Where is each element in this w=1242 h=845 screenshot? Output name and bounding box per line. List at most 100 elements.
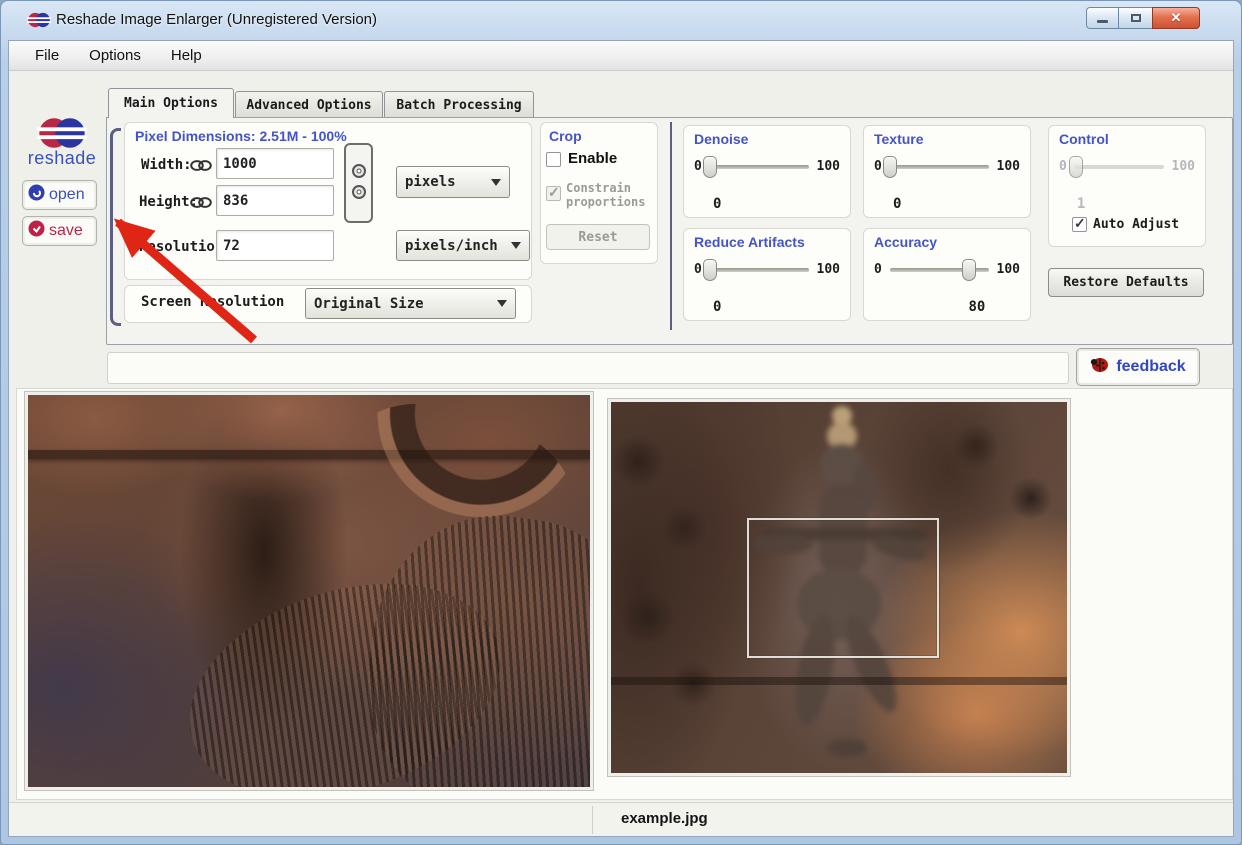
control-slider-thumb[interactable] [1068,155,1083,178]
caret-down-icon [511,242,521,249]
zoom-selection-rectangle[interactable] [747,518,939,658]
progress-bar [107,352,1069,384]
texture-panel: Texture 0 100 0 [863,125,1031,218]
denoise-slider[interactable] [702,155,809,178]
denoise-header: Denoise [694,131,749,147]
status-divider [592,806,593,834]
save-icon [28,220,45,242]
reshade-wordmark: reshade [27,148,97,168]
texture-slider[interactable] [882,155,989,178]
tab-batch-processing[interactable]: Batch Processing [384,91,534,118]
denoise-slider-thumb[interactable] [702,155,717,178]
menu-bar: File Options Help [9,41,1233,71]
denoise-max-label: 100 [816,159,840,174]
denoise-panel: Denoise 0 100 0 [683,125,851,218]
caret-down-icon [497,300,507,307]
reduce-artifacts-max-label: 100 [816,262,840,277]
open-icon [28,184,45,206]
size-unit-dropdown[interactable]: pixels [396,166,510,198]
open-button[interactable]: open [22,180,97,210]
reduce-artifacts-slider-thumb[interactable] [702,258,717,281]
width-label: Width: [141,157,192,173]
reduce-artifacts-slider[interactable] [702,258,809,281]
control-value: 1 [1076,196,1086,212]
stone-joint [611,676,1067,685]
close-button[interactable]: ✕ [1152,7,1200,29]
caret-down-icon [491,178,501,186]
full-preview-image[interactable] [607,398,1071,777]
width-input[interactable] [216,148,334,179]
maximize-icon [1130,14,1141,22]
save-button[interactable]: save [22,216,97,246]
close-icon: ✕ [1170,10,1182,25]
texture-min-label: 0 [874,159,882,174]
group-separator [670,122,672,330]
control-min-label: 0 [1059,159,1067,174]
constrain-proportions-checkbox[interactable] [546,184,561,201]
pixel-dimensions-header: Pixel Dimensions: 2.51M - 100% [135,128,347,144]
menu-help[interactable]: Help [159,44,214,67]
menu-options[interactable]: Options [77,44,153,67]
menu-file[interactable]: File [23,44,71,67]
restore-defaults-button[interactable]: Restore Defaults [1048,268,1204,297]
resolution-unit-value: pixels/inch [405,237,498,254]
texture-slider-thumb[interactable] [882,155,897,178]
screen-resolution-value: Original Size [314,295,424,312]
texture-max-label: 100 [996,159,1020,174]
ladybug-icon [1090,356,1109,378]
accuracy-slider[interactable] [889,258,989,281]
texture-header: Texture [874,131,924,147]
crop-enable-checkbox[interactable] [546,152,561,167]
auto-adjust-checkbox[interactable] [1072,215,1087,232]
auto-adjust-label: Auto Adjust [1093,217,1180,232]
reduce-artifacts-panel: Reduce Artifacts 0 100 0 [683,228,851,321]
open-button-label: open [49,186,85,203]
app-icon [27,11,51,34]
reduce-artifacts-min-label: 0 [694,262,702,277]
screen-resolution-dropdown[interactable]: Original Size [305,288,516,319]
feedback-button[interactable]: feedback [1076,348,1200,386]
resolution-unit-dropdown[interactable]: pixels/inch [396,230,530,261]
carving-ridges [350,499,590,787]
crop-enable-label: Enable [568,150,618,167]
window-controls: ✕ [1086,7,1200,29]
tab-main-options[interactable]: Main Options [108,88,234,118]
control-slider[interactable] [1068,155,1164,178]
accuracy-header: Accuracy [874,234,938,250]
accuracy-max-label: 100 [996,262,1020,277]
control-max-label: 100 [1171,159,1195,174]
zoom-preview-image[interactable] [24,391,594,791]
reduce-artifacts-header: Reduce Artifacts [694,234,805,250]
accuracy-min-label: 0 [874,262,882,277]
aspect-link-bracket-icon[interactable] [344,143,373,223]
control-header: Control [1059,131,1109,147]
resolution-input[interactable] [216,230,334,261]
minimize-icon [1097,19,1108,23]
crop-reset-button[interactable]: Reset [546,224,650,250]
feedback-button-label: feedback [1116,358,1186,375]
save-button-label: save [49,222,83,239]
height-chain-link-icon [190,196,212,214]
tab-advanced-options[interactable]: Advanced Options [235,91,383,118]
reshade-window: Reshade Image Enlarger (Unregistered Ver… [0,0,1242,845]
width-chain-link-icon [190,159,212,177]
denoise-min-label: 0 [694,159,702,174]
screen-resolution-label: Screen Resolution [141,294,285,310]
denoise-value: 0 [712,196,722,212]
resolution-label: Resolution [139,239,224,255]
minimize-button[interactable] [1086,7,1119,29]
size-unit-value: pixels [405,174,456,190]
accuracy-panel: Accuracy 0 100 80 [863,228,1031,321]
accuracy-value: 80 [968,299,986,315]
maximize-button[interactable] [1119,7,1152,29]
constrain-proportions-label: Constrain proportions [566,181,646,209]
status-filename: example.jpg [621,810,708,827]
status-bar: example.jpg [9,802,1233,836]
reduce-artifacts-value: 0 [712,299,722,315]
height-input[interactable] [216,185,334,216]
crop-header: Crop [549,128,582,144]
texture-value: 0 [892,196,902,212]
accuracy-slider-thumb[interactable] [961,258,976,281]
pixel-dimensions-bracket [110,128,121,326]
window-title: Reshade Image Enlarger (Unregistered Ver… [56,11,377,28]
